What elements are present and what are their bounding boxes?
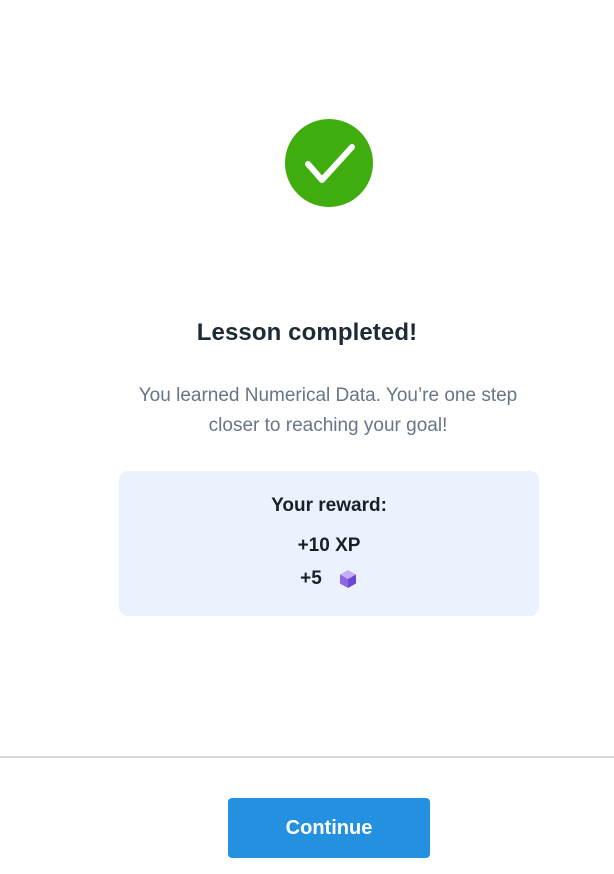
xp-reward: +10 XP [297,535,361,556]
gem-reward-amount: +5 [300,568,322,589]
gem-reward: +5 [119,567,539,591]
gem-icon [338,568,358,590]
continue-button[interactable]: Continue [228,798,430,858]
reward-title: Your reward: [271,495,387,516]
completion-message: You learned Numerical Data. You’re one s… [138,385,518,436]
checkmark-circle-icon [285,119,373,207]
footer-divider [0,756,614,758]
reward-card: Your reward: +10 XP +5 [119,471,539,616]
completion-title: Lesson completed! [196,319,418,346]
lesson-complete-screen: Lesson completed! You learned Numerical … [0,0,614,874]
